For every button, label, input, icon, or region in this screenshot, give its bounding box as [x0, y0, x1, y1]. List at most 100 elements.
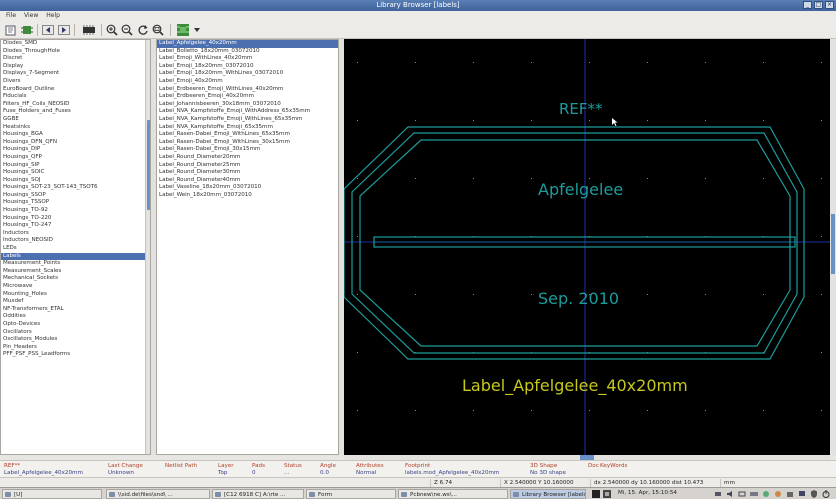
library-item[interactable]: Fuse_Holders_and_Fuses [1, 108, 150, 116]
footprint-item[interactable]: Label_Emoji_40x20mm [157, 78, 338, 86]
library-item[interactable]: Oscillators [1, 329, 150, 337]
library-item[interactable]: Housings_BGA [1, 131, 150, 139]
taskbar-task[interactable]: [C12 6918 C] A:\rte ... [212, 489, 304, 499]
library-item[interactable]: Mounting_Holes [1, 291, 150, 299]
taskbar-task[interactable]: \\sid.de\files\snd\ ... [106, 489, 210, 499]
footprint-list[interactable]: Label_Apfelgelee_40x20mm Label_Bolletto_1… [156, 39, 339, 455]
library-item[interactable]: Housings_TO-92 [1, 207, 150, 215]
footprint-item[interactable]: Label_NVA_Kampfstoffe_Emoji_65x35mm [157, 124, 338, 132]
select-footprint-button[interactable] [20, 23, 34, 37]
library-item[interactable]: Inductors_NEOSID [1, 237, 150, 245]
footprint-item[interactable]: Label_Johannisbeeren_30x18mm_03072010 [157, 101, 338, 109]
maximize-button[interactable]: □ [814, 1, 823, 9]
chat-icon[interactable] [762, 490, 770, 498]
library-item[interactable]: LEDs [1, 245, 150, 253]
library-item[interactable]: Housings_SOT-23_SOT-143_TSOT6 [1, 184, 150, 192]
library-item[interactable]: Display [1, 63, 150, 71]
3d-view-button[interactable] [82, 23, 96, 37]
library-item[interactable]: Fiducials [1, 93, 150, 101]
library-list[interactable]: Diodes_SMD Diodes_ThroughHole Discret Displ… [0, 39, 151, 455]
library-item[interactable]: PFF_PSF_PSS_Leadforms [1, 351, 150, 359]
display-icon[interactable] [798, 490, 806, 498]
library-item[interactable]: EuroBoard_Outline [1, 86, 150, 94]
library-item[interactable]: Housings_SOIC [1, 169, 150, 177]
footprint-item[interactable]: Label_NVA_Kampfstoffe_Emoji_WithAddress_… [157, 108, 338, 116]
network-icon[interactable] [714, 490, 722, 498]
footprint-item[interactable]: Label_Wein_18x20mm_03072010 [157, 192, 338, 200]
tray-icon-1[interactable] [592, 490, 600, 498]
taskbar-task[interactable]: Form [306, 489, 396, 499]
canvas-vertical-scrollbar[interactable] [830, 39, 836, 455]
library-item[interactable]: Housings_TO-247 [1, 222, 150, 230]
title-bar[interactable]: Library Browser [labels] _ □ × [0, 0, 836, 11]
library-item[interactable]: Mechanical_Sockets [1, 275, 150, 283]
library-item[interactable]: Muxdef [1, 298, 150, 306]
keyboard-icon[interactable] [750, 490, 758, 498]
library-item[interactable]: Housings_SOJ [1, 177, 150, 185]
next-footprint-button[interactable] [57, 23, 71, 37]
taskbar-task[interactable]: Library Browser [labels] [510, 489, 586, 499]
power-icon[interactable] [822, 490, 830, 498]
footprint-text-top[interactable]: Apfelgelee [538, 180, 623, 199]
footprint-item[interactable]: Label_Rasen-Dabei_Emoji_WithLines_65x35m… [157, 131, 338, 139]
footprint-item[interactable]: Label_Rasen-Dabei_Emoji_30x15mm [157, 146, 338, 154]
tray-icon-2[interactable] [603, 490, 611, 498]
footprint-item[interactable]: Label_Round_Diameter20mm [157, 154, 338, 162]
redraw-button[interactable] [136, 23, 150, 37]
library-item[interactable]: Divers [1, 78, 150, 86]
previous-footprint-button[interactable] [41, 23, 55, 37]
footprint-item[interactable]: Label_NVA_Kampfstoffe_Emoji_WithLines_65… [157, 116, 338, 124]
footprint-item[interactable]: Label_Emoji_WithLines_40x20mm [157, 55, 338, 63]
library-item[interactable]: Oddities [1, 313, 150, 321]
library-item[interactable]: Labels [1, 252, 150, 261]
footprint-item[interactable]: Label_Round_Diameter30mm [157, 169, 338, 177]
close-button[interactable]: × [825, 1, 834, 9]
footprint-item[interactable]: Label_Round_Diameter40mm [157, 177, 338, 185]
footprint-canvas[interactable]: REF** Apfelgelee Sep. 2010 Label_Apfelge… [344, 39, 830, 455]
library-item[interactable]: Opto-Devices [1, 321, 150, 329]
canvas-vscroll-thumb[interactable] [831, 214, 835, 274]
menu-file[interactable]: File [6, 11, 16, 21]
printer-icon[interactable] [786, 490, 794, 498]
library-item[interactable]: Housings_QFP [1, 154, 150, 162]
footprint-item[interactable]: Label_Rasen-Dabei_Emoji_WithLines_30x15m… [157, 139, 338, 147]
reference-text[interactable]: REF** [559, 100, 603, 118]
volume-icon[interactable] [726, 490, 734, 498]
battery-icon[interactable] [738, 490, 746, 498]
footprint-item[interactable]: Label_Emoji_18x20mm_03072010 [157, 63, 338, 71]
menu-view[interactable]: View [24, 11, 38, 21]
library-item[interactable]: Diodes_ThroughHole [1, 48, 150, 56]
library-item[interactable]: Oscillators_Modules [1, 336, 150, 344]
menu-help[interactable]: Help [46, 11, 60, 21]
update-icon[interactable] [774, 490, 782, 498]
library-item[interactable]: Inductors [1, 230, 150, 238]
library-item[interactable]: NF-Transformers_ETAL [1, 306, 150, 314]
zoom-fit-button[interactable] [151, 23, 165, 37]
footprint-item[interactable]: Label_Round_Diameter25mm [157, 162, 338, 170]
library-item[interactable]: GGBE [1, 116, 150, 124]
export-dropdown-button[interactable] [192, 23, 202, 37]
taskbar-start[interactable]: [U] [2, 489, 102, 499]
footprint-item[interactable]: Label_Bolletto_18x20mm_03072010 [157, 48, 338, 56]
taskbar-task[interactable]: Pcbnew\ne.ws\... [398, 489, 508, 499]
zoom-out-button[interactable] [120, 23, 134, 37]
library-item[interactable]: Measurement_Points [1, 260, 150, 268]
library-item[interactable]: Measurement_Scales [1, 268, 150, 276]
library-item[interactable]: Housings_TO-220 [1, 215, 150, 223]
minimize-button[interactable]: _ [803, 1, 812, 9]
library-item[interactable]: Discret [1, 55, 150, 63]
library-item[interactable]: Housings_SSOP [1, 192, 150, 200]
footprint-item[interactable]: Label_Apfelgelee_40x20mm [157, 40, 338, 48]
library-item[interactable]: Housings_TSSOP [1, 199, 150, 207]
library-item[interactable]: Pin_Headers [1, 344, 150, 352]
select-library-button[interactable] [4, 23, 18, 37]
library-item[interactable]: Microwave [1, 283, 150, 291]
footprint-item[interactable]: Label_Erdbeeren_Emoji_WithLines_40x20mm [157, 86, 338, 94]
footprint-item[interactable]: Label_Vaseline_18x20mm_03072010 [157, 184, 338, 192]
library-item[interactable]: Diodes_SMD [1, 40, 150, 48]
zoom-in-button[interactable] [105, 23, 119, 37]
footprint-item[interactable]: Label_Erdbeeren_Emoji_40x20mm [157, 93, 338, 101]
library-item[interactable]: Housings_DFN_QFN [1, 139, 150, 147]
library-item[interactable]: Heatsinks [1, 124, 150, 132]
library-item[interactable]: Filters_HF_Coils_NEOSID [1, 101, 150, 109]
